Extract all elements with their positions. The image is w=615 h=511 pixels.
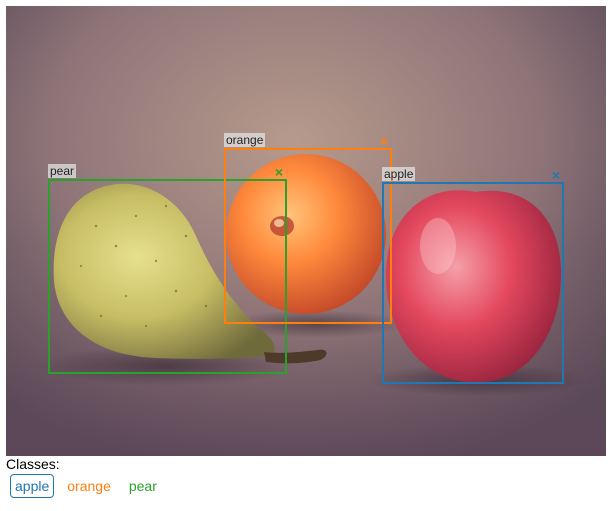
bbox-label: apple xyxy=(382,167,416,181)
annotation-canvas[interactable]: pear × orange × apple × xyxy=(6,6,606,456)
bbox-orange[interactable]: orange × xyxy=(224,133,392,324)
class-list: apple orange pear xyxy=(10,474,606,498)
bbox-apple[interactable]: apple × xyxy=(382,167,564,384)
bbox-label: orange xyxy=(224,133,266,147)
bbox-label: pear xyxy=(48,164,77,178)
classes-panel: Classes: apple orange pear xyxy=(6,456,606,498)
class-button-pear[interactable]: pear xyxy=(124,474,162,498)
close-icon[interactable]: × xyxy=(550,168,562,182)
class-button-apple[interactable]: apple xyxy=(10,474,55,498)
close-icon[interactable]: × xyxy=(378,134,390,148)
classes-title: Classes: xyxy=(6,456,60,472)
class-button-orange[interactable]: orange xyxy=(62,474,116,498)
